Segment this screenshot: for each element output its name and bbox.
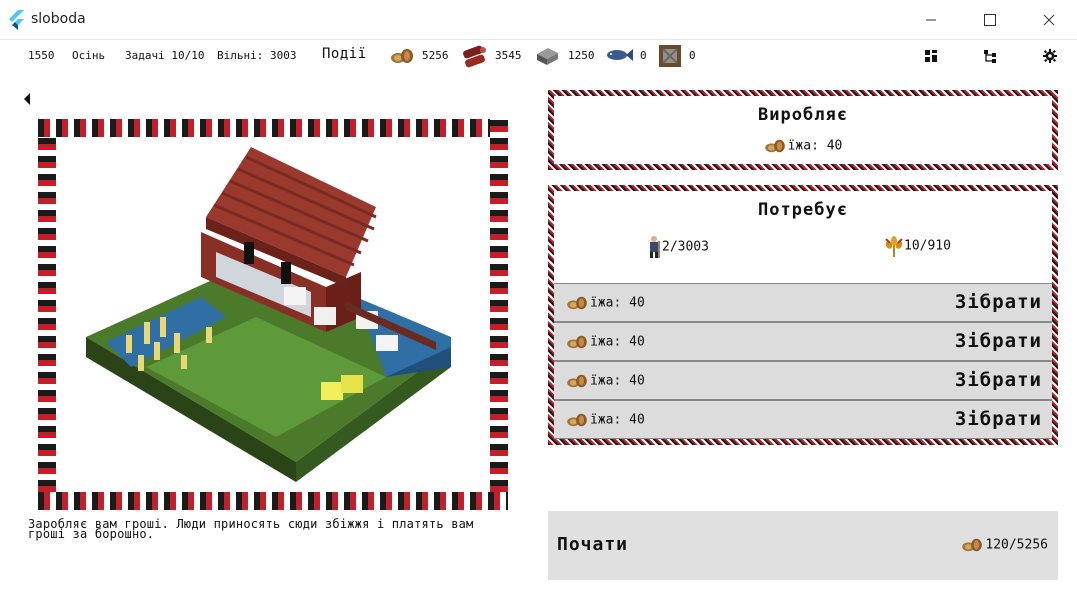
food-icon bbox=[567, 335, 587, 349]
collect-button[interactable]: Зібрати bbox=[955, 291, 1042, 313]
produces-item-label: їжа: 40 bbox=[787, 138, 843, 154]
produces-item: їжа: 40 bbox=[554, 138, 1052, 154]
workers-requirement: 2/3003 bbox=[646, 235, 709, 259]
start-cost: 120/5256 bbox=[961, 537, 1048, 553]
collect-row-label: їжа: 40 bbox=[566, 334, 645, 350]
cloth-icon bbox=[659, 45, 681, 67]
collect-button[interactable]: Зібрати bbox=[955, 330, 1042, 352]
food-icon bbox=[391, 49, 413, 63]
fish-icon bbox=[607, 49, 633, 61]
minimize-button[interactable] bbox=[908, 0, 954, 40]
back-arrow-icon[interactable] bbox=[22, 92, 32, 106]
requires-panel: Потребує 2/3003 10/910 їжа: 40 Зібрати ї… bbox=[548, 185, 1058, 445]
food-icon bbox=[567, 374, 587, 388]
produces-title: Виробляє bbox=[758, 105, 848, 125]
season-label: Осінь bbox=[72, 49, 106, 62]
fish-count: 0 bbox=[640, 49, 647, 62]
requirements-row: 2/3003 10/910 bbox=[554, 235, 1052, 265]
food-icon bbox=[764, 139, 785, 153]
produces-panel: Виробляє їжа: 40 bbox=[548, 90, 1058, 170]
title-bar: sloboda bbox=[0, 0, 1077, 40]
collect-row: їжа: 40 Зібрати bbox=[554, 361, 1052, 400]
start-cost-value: 120/5256 bbox=[985, 537, 1048, 553]
food-icon bbox=[962, 538, 983, 552]
collect-amount: їжа: 40 bbox=[590, 334, 645, 350]
start-button[interactable]: Почати bbox=[557, 534, 628, 555]
minimize-icon bbox=[926, 19, 936, 21]
status-bar: 1550 Осінь Задачі 10/10 Вільні: 3003 Под… bbox=[0, 40, 1077, 72]
flutter-logo-icon bbox=[9, 10, 24, 30]
cloth-count: 0 bbox=[689, 49, 696, 62]
stone-count: 1250 bbox=[568, 49, 595, 62]
layout-icon[interactable] bbox=[924, 49, 938, 63]
collect-row: їжа: 40 Зібрати bbox=[554, 283, 1052, 322]
free-workers-label: Вільні: 3003 bbox=[217, 49, 297, 62]
tools-count: 10/910 bbox=[904, 238, 951, 254]
collect-amount: їжа: 40 bbox=[590, 295, 645, 311]
workers-count: 2/3003 bbox=[662, 239, 709, 255]
close-button[interactable] bbox=[1026, 0, 1072, 40]
collect-row: їжа: 40 Зібрати bbox=[554, 322, 1052, 361]
maximize-button[interactable] bbox=[967, 0, 1013, 40]
hierarchy-icon[interactable] bbox=[983, 49, 997, 63]
collect-amount: їжа: 40 bbox=[590, 373, 645, 389]
worker-icon bbox=[650, 236, 660, 258]
collect-button[interactable]: Зібрати bbox=[955, 408, 1042, 430]
wood-icon bbox=[463, 45, 486, 68]
wheat-icon bbox=[885, 236, 903, 257]
requires-title: Потребує bbox=[758, 200, 848, 220]
building-image-frame bbox=[38, 119, 508, 510]
tools-requirement: 10/910 bbox=[884, 235, 951, 257]
wood-count: 3545 bbox=[495, 49, 522, 62]
maximize-icon bbox=[984, 14, 996, 26]
year-label: 1550 bbox=[28, 49, 55, 62]
settings-icon[interactable] bbox=[1043, 49, 1057, 63]
collect-button[interactable]: Зібрати bbox=[955, 369, 1042, 391]
tasks-label: Задачі 10/10 bbox=[125, 49, 205, 62]
building-description: Заробляє вам гроші. Люди приносять сюди … bbox=[28, 517, 474, 541]
collect-amount: їжа: 40 bbox=[590, 412, 645, 428]
food-count: 5256 bbox=[422, 49, 449, 62]
events-button[interactable]: Події bbox=[322, 46, 367, 62]
food-icon bbox=[567, 296, 587, 310]
start-bar: Почати 120/5256 bbox=[548, 511, 1058, 580]
collect-row-label: їжа: 40 bbox=[566, 295, 645, 311]
collect-row-label: їжа: 40 bbox=[566, 373, 645, 389]
close-icon bbox=[1043, 14, 1055, 26]
collect-row-label: їжа: 40 bbox=[566, 412, 645, 428]
collect-row: їжа: 40 Зібрати bbox=[554, 400, 1052, 439]
food-icon bbox=[567, 413, 587, 427]
mill-building-image bbox=[86, 147, 451, 482]
stone-icon bbox=[537, 48, 558, 65]
window-title: sloboda bbox=[31, 11, 86, 27]
